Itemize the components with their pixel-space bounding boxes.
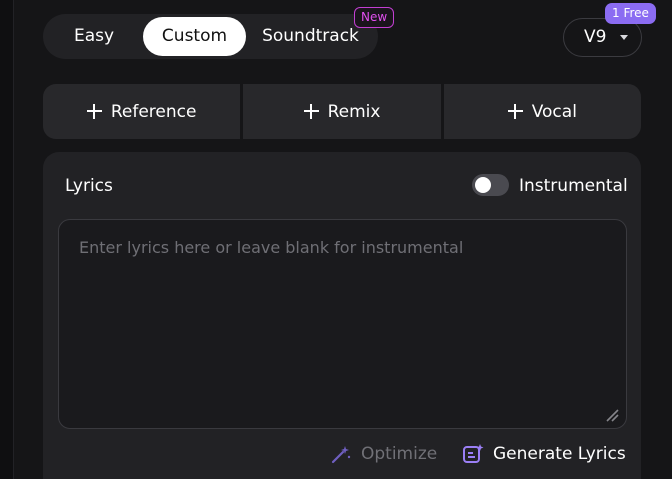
mode-tabs: Easy Custom Soundtrack [43, 14, 378, 59]
free-badge: 1 Free [605, 3, 656, 24]
lyrics-input[interactable] [58, 219, 627, 429]
tab-soundtrack[interactable]: Soundtrack [253, 17, 368, 56]
new-badge: New [354, 7, 395, 28]
action-buttons: Reference Remix Vocal [43, 84, 641, 139]
remix-label: Remix [327, 101, 381, 122]
instrumental-toggle[interactable] [472, 174, 509, 196]
plus-icon [507, 104, 523, 119]
resize-handle-icon[interactable] [605, 408, 619, 422]
music-creation-panel: Easy Custom Soundtrack New V9 1 Free Ref… [0, 0, 672, 479]
reference-label: Reference [110, 101, 197, 122]
plus-icon [303, 104, 319, 119]
left-panel-edge [0, 0, 14, 479]
instrumental-label: Instrumental [519, 176, 628, 196]
generate-lyrics-button[interactable]: Generate Lyrics [462, 441, 626, 467]
plus-icon [86, 104, 102, 119]
vocal-label: Vocal [531, 101, 577, 122]
version-label: V9 [584, 27, 607, 47]
reference-button[interactable]: Reference [43, 84, 241, 139]
lyrics-panel: Lyrics Instrumental Optimize [43, 152, 641, 479]
lyrics-title: Lyrics [65, 176, 113, 196]
optimize-label: Optimize [361, 444, 438, 464]
vocal-button[interactable]: Vocal [443, 84, 641, 139]
toggle-knob [475, 177, 491, 193]
chevron-down-icon [620, 35, 628, 40]
generate-lyrics-label: Generate Lyrics [493, 444, 626, 464]
generate-lyrics-icon [463, 444, 484, 463]
tab-easy[interactable]: Easy [53, 17, 135, 56]
magic-wand-icon [331, 446, 351, 464]
tab-custom[interactable]: Custom [143, 17, 246, 56]
remix-button[interactable]: Remix [243, 84, 441, 139]
optimize-button[interactable]: Optimize [330, 441, 437, 467]
